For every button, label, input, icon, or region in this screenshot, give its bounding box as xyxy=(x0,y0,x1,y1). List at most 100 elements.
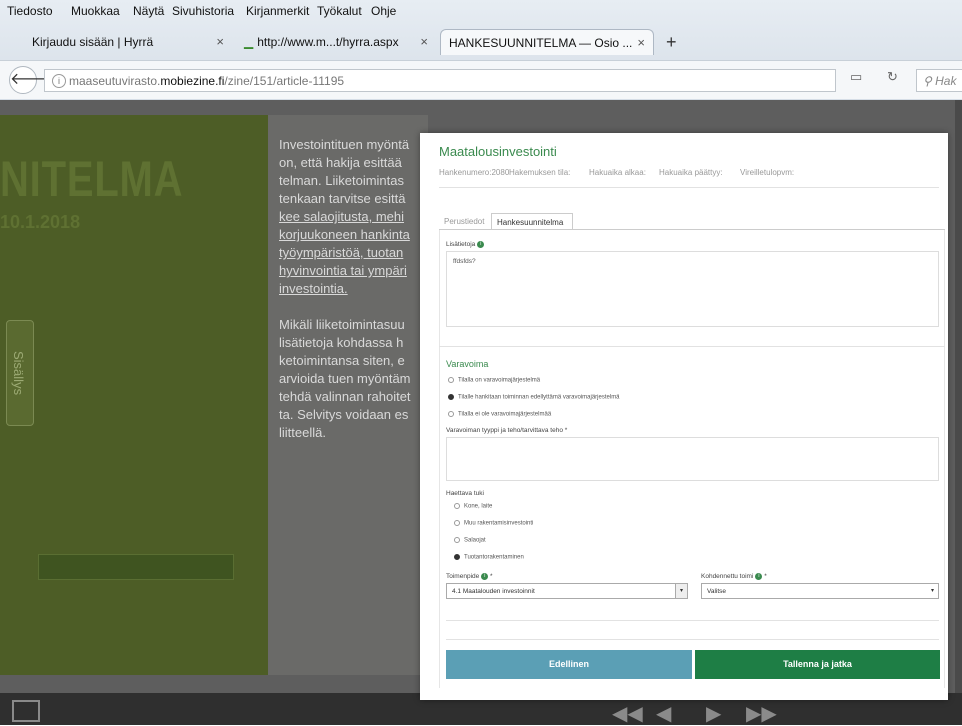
previous-button[interactable]: Edellinen xyxy=(446,650,692,679)
form-border-right xyxy=(944,230,945,688)
url-prefix: maaseutuvirasto. xyxy=(69,74,161,88)
radio-kone-laite[interactable]: Kone, laite xyxy=(454,503,492,510)
radio-varavoima-on[interactable]: Tilalla on varavoimajärjestelmä xyxy=(448,377,540,384)
back-button[interactable]: 🡐 xyxy=(9,66,53,94)
menu-ohje[interactable]: Ohje xyxy=(371,4,396,18)
radio-tuotantorakentaminen[interactable]: Tuotantorakentaminen xyxy=(454,554,524,561)
close-icon[interactable]: × xyxy=(420,34,428,49)
new-tab-button[interactable]: + xyxy=(666,32,677,53)
meta-hakuaika-paattyy: Hakuaika päättyy: xyxy=(659,168,723,177)
radio-varavoima-ei[interactable]: Tilalla ei ole varavoimajärjestelmää xyxy=(448,411,551,418)
article-line: Investointituen myöntä xyxy=(279,137,410,152)
radio-salaojat[interactable]: Salaojat xyxy=(454,537,486,544)
contents-label: Sisällys xyxy=(11,351,26,396)
close-icon[interactable]: × xyxy=(216,34,224,49)
first-page-icon[interactable]: ◀◀ xyxy=(612,701,643,726)
navigation-bar: 🡐 i maaseutuvirasto.mobiezine.fi/zine/15… xyxy=(0,60,962,99)
meta-vireilletulopvm: Vireilletulopvm: xyxy=(740,168,795,177)
cover-button[interactable] xyxy=(38,554,234,580)
page-favicon-icon: ▁ xyxy=(244,35,254,49)
menu-nayta[interactable]: Näytä xyxy=(133,4,164,18)
menu-bar: Tiedosto Muokkaa Näytä Sivuhistoria Kirj… xyxy=(0,0,962,22)
meta-hankenumero: Hankenumero:2080 xyxy=(439,168,510,177)
tab-bar: Kirjaudu sisään | Hyrrä × ▁ http://www.m.… xyxy=(0,25,962,57)
menu-icon[interactable] xyxy=(12,700,40,722)
address-bar[interactable]: i maaseutuvirasto.mobiezine.fi/zine/151/… xyxy=(44,69,836,92)
tab-kirjaudu[interactable]: Kirjaudu sisään | Hyrrä × xyxy=(24,29,232,55)
menu-tiedosto[interactable]: Tiedosto xyxy=(7,4,53,18)
article-line: arvioida tuen myöntäm xyxy=(279,371,411,386)
help-icon[interactable]: i xyxy=(755,573,763,580)
varavoima-title: Varavoima xyxy=(446,359,489,369)
radio-circle xyxy=(448,377,454,383)
search-placeholder: Hak xyxy=(935,74,957,88)
radio-muu-rakentamisinvestointi[interactable]: Muu rakentamisinvestointi xyxy=(454,520,533,527)
article-line[interactable]: kee salaojitusta, mehi xyxy=(279,208,404,226)
menu-sivuhistoria[interactable]: Sivuhistoria xyxy=(172,4,234,18)
article-line[interactable]: investointia. xyxy=(279,280,348,298)
meta-hakemuksen-tila: Hakemuksen tila: xyxy=(509,168,571,177)
radio-circle xyxy=(448,394,454,400)
last-page-icon[interactable]: ▶▶ xyxy=(746,701,777,726)
contents-side-tab[interactable]: Sisällys xyxy=(6,320,34,426)
help-icon[interactable]: i xyxy=(477,241,485,248)
varavoima-type-textarea[interactable] xyxy=(446,437,939,481)
reader-view-icon[interactable]: ▭ xyxy=(850,69,862,85)
cover-date: 10.1.2018 xyxy=(0,212,81,232)
radio-circle xyxy=(454,554,460,560)
tab-label: HANKESUUNNITELMA — Osio ... xyxy=(449,36,633,50)
tab-hyrra-aspx[interactable]: ▁ http://www.m...t/hyrra.aspx × xyxy=(236,29,436,55)
meta-hakuaika-alkaa: Hakuaika alkaa: xyxy=(589,168,646,177)
tab-perustiedot[interactable]: Perustiedot xyxy=(439,213,491,230)
article-line: on, että hakija esittää xyxy=(279,155,402,170)
search-icon: ⚲ xyxy=(923,74,936,88)
article-line[interactable]: korjuukoneen hankinta xyxy=(279,226,410,244)
close-icon[interactable]: × xyxy=(637,35,645,50)
chevron-down-icon: ▾ xyxy=(930,588,934,594)
article-line: tehdä valinnan rahoitet xyxy=(279,389,411,404)
article-line: lisätietoja kohdassa h xyxy=(279,335,404,350)
article-line[interactable]: työympäristöä, tuotan xyxy=(279,244,403,262)
prev-page-icon[interactable]: ◀ xyxy=(656,701,671,726)
article-line: telman. Liiketoimintas xyxy=(279,173,404,188)
scrollbar[interactable] xyxy=(955,100,962,693)
reload-icon[interactable]: ↻ xyxy=(887,69,898,85)
chevron-down-icon: ▾ xyxy=(675,584,687,598)
url-path: /zine/151/article-11195 xyxy=(224,74,345,88)
article-line: liitteellä. xyxy=(279,425,326,440)
radio-circle xyxy=(454,520,460,526)
divider xyxy=(446,639,939,640)
search-bar[interactable]: ⚲ Hak xyxy=(916,69,962,92)
tab-label: http://www.m...t/hyrra.aspx xyxy=(257,35,399,49)
modal-dialog: Maatalousinvestointi Hankenumero:2080 Ha… xyxy=(420,133,948,700)
form-border-left xyxy=(439,230,440,688)
toimenpide-select[interactable]: 4.1 Maatalouden investoinnit ▾ xyxy=(446,583,688,599)
divider xyxy=(446,620,939,621)
radio-varavoima-hankitaan[interactable]: Tilalle hankitaan toiminnan edellyttämä … xyxy=(448,394,620,401)
tab-hankesuunnitelma-form[interactable]: Hankesuunnitelma xyxy=(491,213,573,230)
url-domain: mobiezine.fi xyxy=(160,74,225,88)
varavoima-type-label: Varavoiman tyyppi ja teho/tarvittava teh… xyxy=(446,427,568,434)
kohdennettu-label: Kohdennettu toimi i * xyxy=(701,573,767,581)
tab-label: Kirjaudu sisään | Hyrrä xyxy=(32,35,154,49)
article-line: Mikäli liiketoimintasuu xyxy=(279,317,405,332)
kohdennettu-select[interactable]: Valitse ▾ xyxy=(701,583,939,599)
article-line[interactable]: hyvinvointia tai ympäri xyxy=(279,262,407,280)
menu-muokkaa[interactable]: Muokkaa xyxy=(71,4,120,18)
article-line: ketoimintansa siten, e xyxy=(279,353,405,368)
divider xyxy=(439,187,939,188)
article-line: ta. Selvitys voidaan es xyxy=(279,407,409,422)
menu-tyokalut[interactable]: Työkalut xyxy=(317,4,362,18)
tab-hankesuunnitelma[interactable]: HANKESUUNNITELMA — Osio ... × xyxy=(440,29,654,55)
save-continue-button[interactable]: Tallenna ja jatka xyxy=(695,650,940,679)
next-page-icon[interactable]: ▶ xyxy=(706,701,721,726)
menu-kirjanmerkit[interactable]: Kirjanmerkit xyxy=(246,4,309,18)
toimenpide-label: Toimenpide i * xyxy=(446,573,493,581)
info-icon[interactable]: i xyxy=(52,74,66,88)
help-icon[interactable]: i xyxy=(481,573,489,580)
lisatietoja-textarea[interactable]: ffdsfds? xyxy=(446,251,939,327)
article-line: tenkaan tarvitse esittä xyxy=(279,191,406,206)
tab-underline xyxy=(439,229,945,230)
cover-title: NITELMA xyxy=(0,151,184,207)
radio-circle xyxy=(454,537,460,543)
